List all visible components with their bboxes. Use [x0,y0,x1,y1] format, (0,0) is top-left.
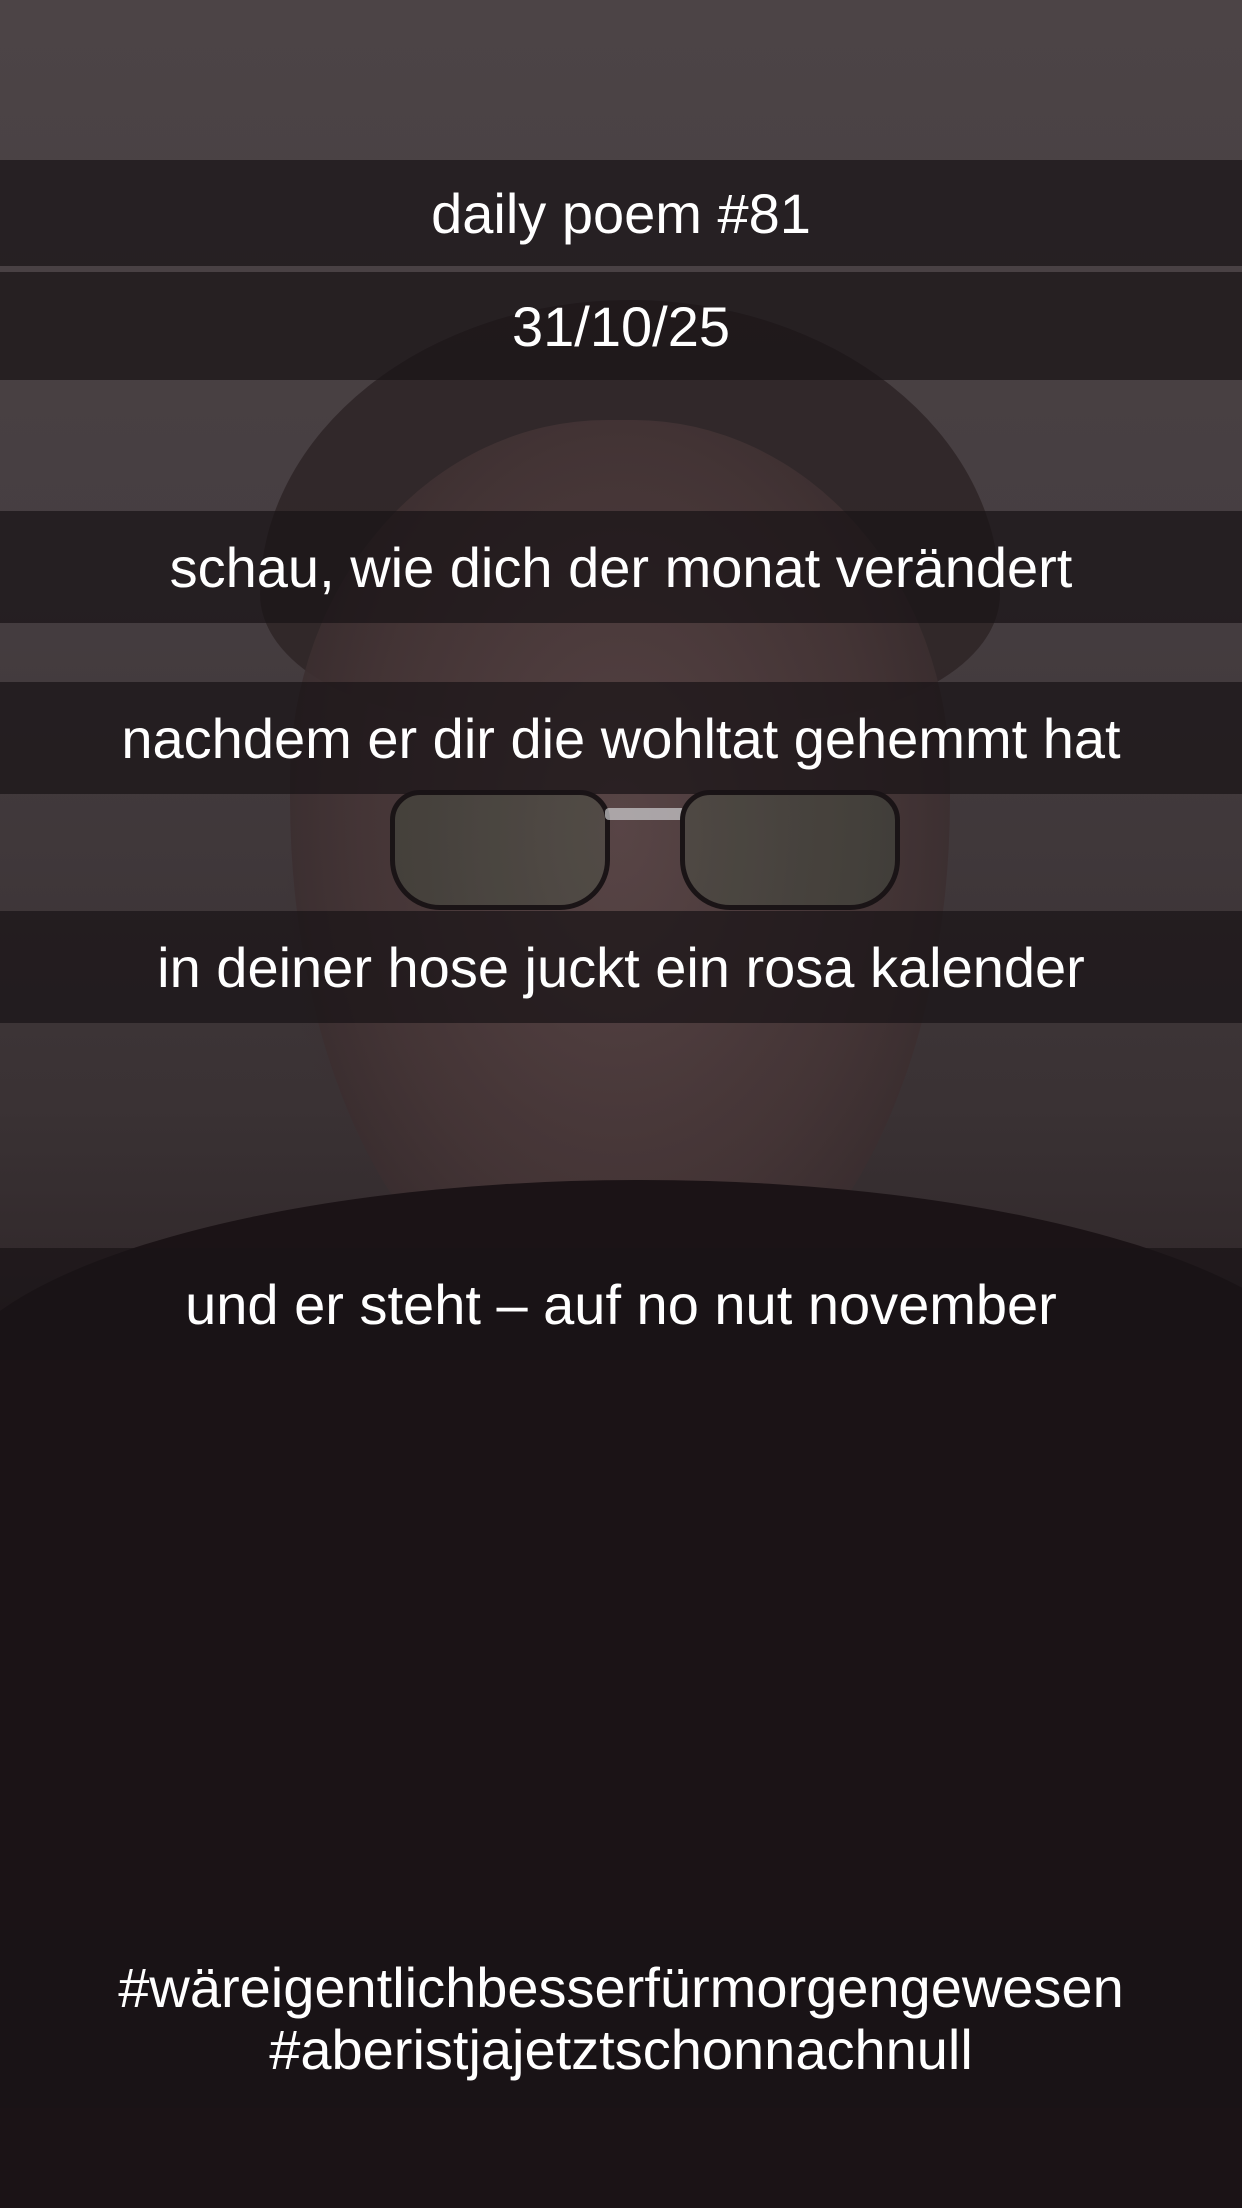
hashtag[interactable]: #wäreigentlichbesserfürmorgengewesen [118,1957,1123,2019]
poem-date: 31/10/25 [512,294,730,358]
glasses-bridge [605,808,685,820]
poem-date-caption: 31/10/25 [0,272,1242,380]
poem-line: nachdem er dir die wohltat gehemmt hat [121,706,1121,770]
hashtag[interactable]: #aberistjajetztschonnachnull [269,2019,973,2081]
glasses-lens-right [680,790,900,910]
poem-line-caption: nachdem er dir die wohltat gehemmt hat [0,682,1242,794]
story-screen: daily poem #81 31/10/25 schau, wie dich … [0,0,1242,2208]
poem-line: in deiner hose juckt ein rosa kalender [157,935,1085,999]
poem-line-caption: schau, wie dich der monat verändert [0,511,1242,623]
poem-line: und er steht – auf no nut november [185,1272,1057,1336]
poem-title-caption: daily poem #81 [0,160,1242,266]
poem-line-caption: und er steht – auf no nut november [0,1248,1242,1360]
poem-line: schau, wie dich der monat verändert [169,535,1073,599]
poem-title: daily poem #81 [431,181,811,245]
background-photo-glasses [390,790,930,910]
poem-line-caption: in deiner hose juckt ein rosa kalender [0,911,1242,1023]
hashtags-caption: #wäreigentlichbesserfürmorgengewesen #ab… [0,1930,1242,2108]
glasses-lens-left [390,790,610,910]
